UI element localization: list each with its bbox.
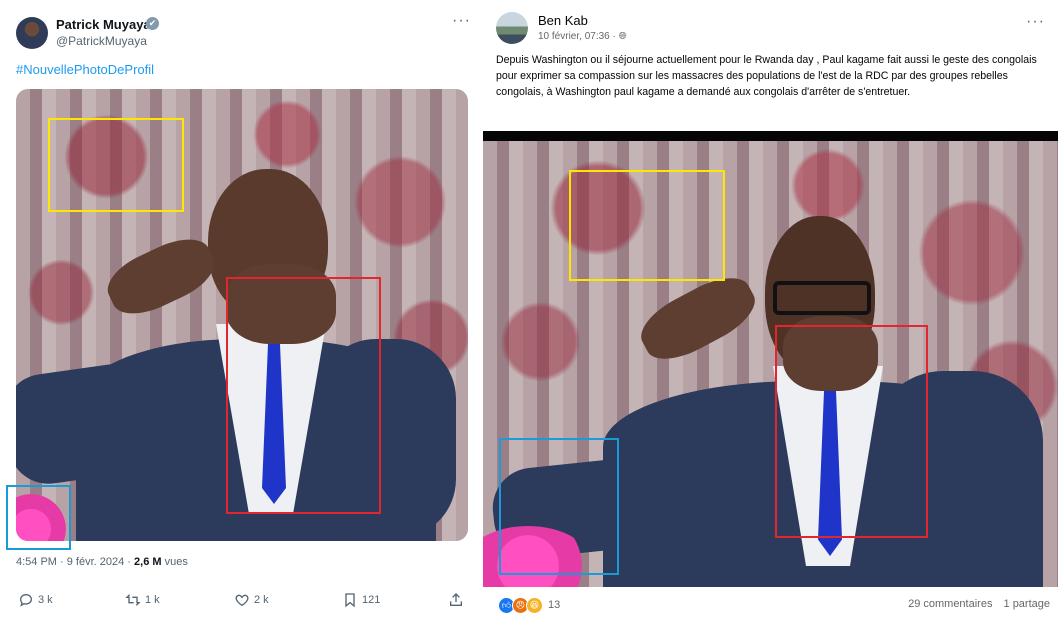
blue-highlight-box [499,438,619,575]
bookmark-icon [345,593,355,608]
author-avatar[interactable] [496,12,528,44]
comments-link[interactable]: 29 commentaires [908,598,992,610]
share-icon [450,593,462,606]
shares-link[interactable]: 1 partage [1004,598,1050,610]
post-date-text[interactable]: 10 février, 07:36 · [538,31,619,42]
reactions-count: 13 [548,599,561,611]
yellow-highlight-box [569,170,725,281]
globe-icon: 🌐︎ [618,31,627,42]
bookmark-count: 121 [362,594,381,606]
like-count: 2 k [254,594,269,606]
person-hand-temple [99,228,223,325]
verified-badge-icon: ✔ [146,17,159,30]
laugh-icon: 😆︎ [526,596,543,614]
yellow-highlight-box [48,118,184,212]
facebook-post: Ben Kab 10 février, 07:36 · 🌐︎ ··· Depui… [483,0,1062,622]
action-bar: 3 k 1 k 2 k 121 [16,592,468,614]
twitter-post: Patrick Muyaya ✔ @PatrickMuyaya ··· #Nou… [0,0,480,622]
reply-button[interactable]: 3 k [18,592,53,608]
repost-count: 1 k [145,594,160,606]
person-glasses [773,281,871,315]
author-handle[interactable]: @PatrickMuyaya [56,34,147,48]
views-label: vues [161,556,188,568]
reactions-summary[interactable]: 👍︎ 😠︎ 😆︎ 13 [498,596,560,614]
reply-count: 3 k [38,594,53,606]
post-text: Depuis Washington ou il séjourne actuell… [496,54,1037,98]
author-name[interactable]: Patrick Muyaya [56,17,151,32]
timestamp-text[interactable]: 4:54 PM · 9 févr. 2024 · [16,556,134,568]
post-timestamp: 4:54 PM · 9 févr. 2024 · 2,6 M vues [16,556,188,568]
views-count: 2,6 M [134,556,162,568]
author-avatar[interactable] [16,17,48,49]
like-button[interactable]: 2 k [234,592,269,608]
post-date: 10 février, 07:36 · 🌐︎ [538,31,627,42]
more-options-button[interactable]: ··· [1026,13,1045,31]
engagement-stats: 29 commentaires 1 partage [908,598,1050,610]
blue-highlight-box [6,485,71,550]
author-name[interactable]: Ben Kab [538,13,588,28]
person-hand-temple [632,266,764,371]
bookmark-button[interactable]: 121 [342,592,380,608]
hashtag-link[interactable]: #NouvellePhotoDeProfil [16,62,154,77]
red-highlight-box [775,325,928,538]
reply-icon [19,593,33,607]
repost-button[interactable]: 1 k [125,592,160,608]
like-icon [235,594,249,607]
repost-icon [125,594,141,606]
red-highlight-box [226,277,381,514]
share-button[interactable] [448,592,464,608]
more-options-button[interactable]: ··· [452,12,471,30]
